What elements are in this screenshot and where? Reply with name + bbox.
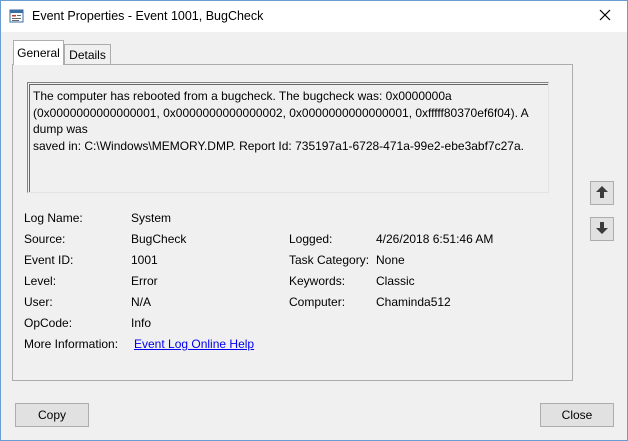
event-properties-window: Event Properties - Event 1001, BugCheck … xyxy=(0,0,628,441)
more-information-label: More Information: xyxy=(24,337,119,351)
arrow-down-icon xyxy=(595,221,609,238)
keywords-value: Classic xyxy=(376,274,415,288)
log-name-label: Log Name: xyxy=(24,211,83,225)
previous-event-button[interactable] xyxy=(590,181,614,205)
level-label: Level: xyxy=(24,274,57,288)
description-line-2: (0x0000000000000001, 0x0000000000000002,… xyxy=(33,105,528,137)
task-category-value: None xyxy=(376,253,405,267)
source-label: Source: xyxy=(24,232,66,246)
next-event-button[interactable] xyxy=(590,217,614,241)
opcode-value: Info xyxy=(131,316,152,330)
close-window-button[interactable] xyxy=(583,1,627,32)
event-log-online-help-link[interactable]: Event Log Online Help xyxy=(134,337,254,351)
keywords-label: Keywords: xyxy=(289,274,346,288)
event-id-label: Event ID: xyxy=(24,253,74,267)
user-label: User: xyxy=(24,295,53,309)
description-line-1: The computer has rebooted from a bugchec… xyxy=(33,89,452,103)
description-line-3: saved in: C:\Windows\MEMORY.DMP. Report … xyxy=(33,138,524,153)
logged-value: 4/26/2018 6:51:46 AM xyxy=(376,232,494,246)
close-button[interactable]: Close xyxy=(540,403,614,427)
tab-general[interactable]: General xyxy=(13,40,64,65)
event-id-value: 1001 xyxy=(131,253,158,267)
event-viewer-icon xyxy=(9,8,25,24)
opcode-label: OpCode: xyxy=(24,316,73,330)
computer-label: Computer: xyxy=(289,295,346,309)
source-value: BugCheck xyxy=(131,232,187,246)
description-text: The computer has rebooted from a bugchec… xyxy=(33,88,545,154)
description-inner: The computer has rebooted from a bugchec… xyxy=(29,84,548,192)
logged-label: Logged: xyxy=(289,232,333,246)
arrow-up-icon xyxy=(595,185,609,202)
title-bar[interactable]: Event Properties - Event 1001, BugCheck xyxy=(1,1,627,32)
computer-value: Chaminda512 xyxy=(376,295,451,309)
log-name-value: System xyxy=(131,211,172,225)
description-box[interactable]: The computer has rebooted from a bugchec… xyxy=(27,82,549,193)
level-value: Error xyxy=(131,274,158,288)
general-panel: The computer has rebooted from a bugchec… xyxy=(12,64,573,381)
tab-details[interactable]: Details xyxy=(64,44,111,65)
copy-button[interactable]: Copy xyxy=(15,403,89,427)
task-category-label: Task Category: xyxy=(289,253,370,267)
window-title: Event Properties - Event 1001, BugCheck xyxy=(32,9,264,23)
close-icon xyxy=(599,9,611,24)
user-value: N/A xyxy=(131,295,152,309)
